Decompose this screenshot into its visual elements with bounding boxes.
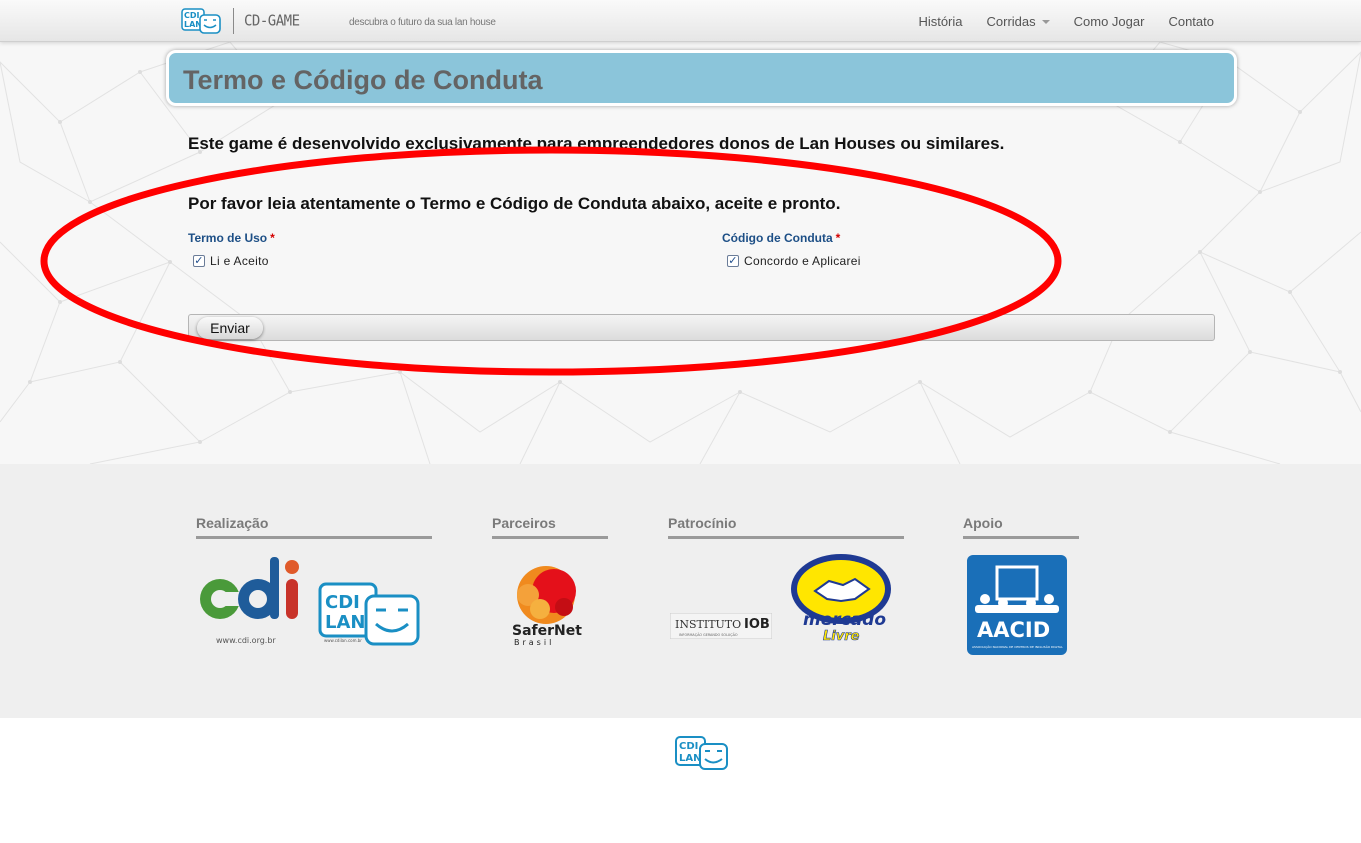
terms-label-text: Termo de Uso xyxy=(188,231,268,245)
brand-divider xyxy=(233,8,234,34)
safernet-line1: SaferNet xyxy=(512,623,582,639)
nav-item-contato[interactable]: Contato xyxy=(1168,14,1214,29)
aacid-name: AACID xyxy=(977,618,1050,642)
iob-mark: IOB xyxy=(744,617,770,632)
submit-button[interactable]: Enviar xyxy=(197,317,263,339)
conduct-checkbox-label[interactable]: Concordo e Aplicarei xyxy=(744,254,861,268)
safernet-logo[interactable]: SaferNet Brasil xyxy=(508,565,584,647)
checkmark-icon: ✓ xyxy=(194,254,204,267)
mercado-line1: mercado xyxy=(803,610,886,630)
conduct-label: Código de Conduta * xyxy=(722,231,840,245)
top-navbar: CDI LAN CD-GAME descubra o futuro da sua… xyxy=(0,0,1361,42)
mercado-line2: Livre xyxy=(823,629,860,643)
sponsors-section: Realização Parceiros Patrocínio Apoio ww… xyxy=(0,464,1361,718)
mercadolivre-logo[interactable]: mercado Livre xyxy=(789,553,893,643)
page-title-banner: Termo e Código de Conduta xyxy=(166,50,1237,106)
footer-logo-line2: LAN xyxy=(679,753,701,764)
page-title: Termo e Código de Conduta xyxy=(183,65,543,95)
checkmark-icon: ✓ xyxy=(728,254,738,267)
cdilan-logo[interactable]: CDI LAN www.cdilan.com.br xyxy=(318,582,420,646)
nav-item-como-jogar[interactable]: Como Jogar xyxy=(1074,14,1145,29)
nav-menu: História Corridas Como Jogar Contato xyxy=(894,0,1214,42)
bottom-footer: CDI LAN xyxy=(0,718,1361,843)
conduct-checkbox[interactable]: ✓ xyxy=(727,255,739,267)
brand[interactable]: CDI LAN CD-GAME xyxy=(181,7,300,35)
cdilan-line1: CDI xyxy=(325,592,360,613)
conduct-label-text: Código de Conduta xyxy=(722,231,833,245)
aacid-sub: ASSOCIAÇÃO NACIONAL DE CENTROS DE INCLUS… xyxy=(972,644,1063,649)
aacid-logo[interactable]: AACID ASSOCIAÇÃO NACIONAL DE CENTROS DE … xyxy=(967,555,1067,655)
required-mark: * xyxy=(270,231,275,245)
terms-label: Termo de Uso * xyxy=(188,231,275,245)
cdilan-line2: LAN xyxy=(325,612,365,633)
iob-sub: INFORMAÇÃO GERANDO SOLUÇÃO xyxy=(679,632,738,637)
cdi-url: www.cdi.org.br xyxy=(216,636,276,645)
iob-name: INSTITUTO xyxy=(675,618,741,631)
form-actions-bar: Enviar xyxy=(188,314,1215,341)
section-title-parceiros: Parceiros xyxy=(492,515,608,539)
section-title-realizacao: Realização xyxy=(196,515,432,539)
terms-checkbox[interactable]: ✓ xyxy=(193,255,205,267)
footer-cdilan-logo[interactable]: CDI LAN xyxy=(675,736,729,770)
logo-line1: CDI xyxy=(184,11,200,20)
section-title-apoio: Apoio xyxy=(963,515,1079,539)
cdi-logo[interactable]: www.cdi.org.br xyxy=(198,553,302,647)
iob-logo[interactable]: INSTITUTO IOB INFORMAÇÃO GERANDO SOLUÇÃO xyxy=(670,613,772,639)
nav-item-label: Como Jogar xyxy=(1073,13,1145,29)
safernet-line2: Brasil xyxy=(514,638,554,647)
conduct-checkbox-row[interactable]: ✓ Concordo e Aplicarei xyxy=(727,254,861,268)
nav-item-label: Corridas xyxy=(986,13,1036,29)
nav-item-label: História xyxy=(918,13,963,29)
instructions-text: Por favor leia atentamente o Termo e Cód… xyxy=(188,194,841,213)
nav-item-historia[interactable]: História xyxy=(918,14,962,29)
terms-checkbox-row[interactable]: ✓ Li e Aceito xyxy=(193,254,269,268)
required-mark: * xyxy=(835,231,841,245)
footer-logo-line1: CDI xyxy=(679,741,698,752)
terms-checkbox-label[interactable]: Li e Aceito xyxy=(210,254,269,268)
nav-item-label: Contato xyxy=(1168,13,1214,29)
brand-name: CD-GAME xyxy=(244,12,300,30)
nav-item-corridas[interactable]: Corridas xyxy=(987,14,1050,29)
caret-down-icon xyxy=(1041,20,1050,24)
intro-text: Este game é desenvolvido exclusivamente … xyxy=(188,134,1005,153)
brand-tagline: descubra o futuro da sua lan house xyxy=(349,17,496,28)
cdilan-logo-icon: CDI LAN xyxy=(181,8,221,34)
cdilan-url: www.cdilan.com.br xyxy=(324,638,362,643)
section-title-patrocinio: Patrocínio xyxy=(668,515,904,539)
